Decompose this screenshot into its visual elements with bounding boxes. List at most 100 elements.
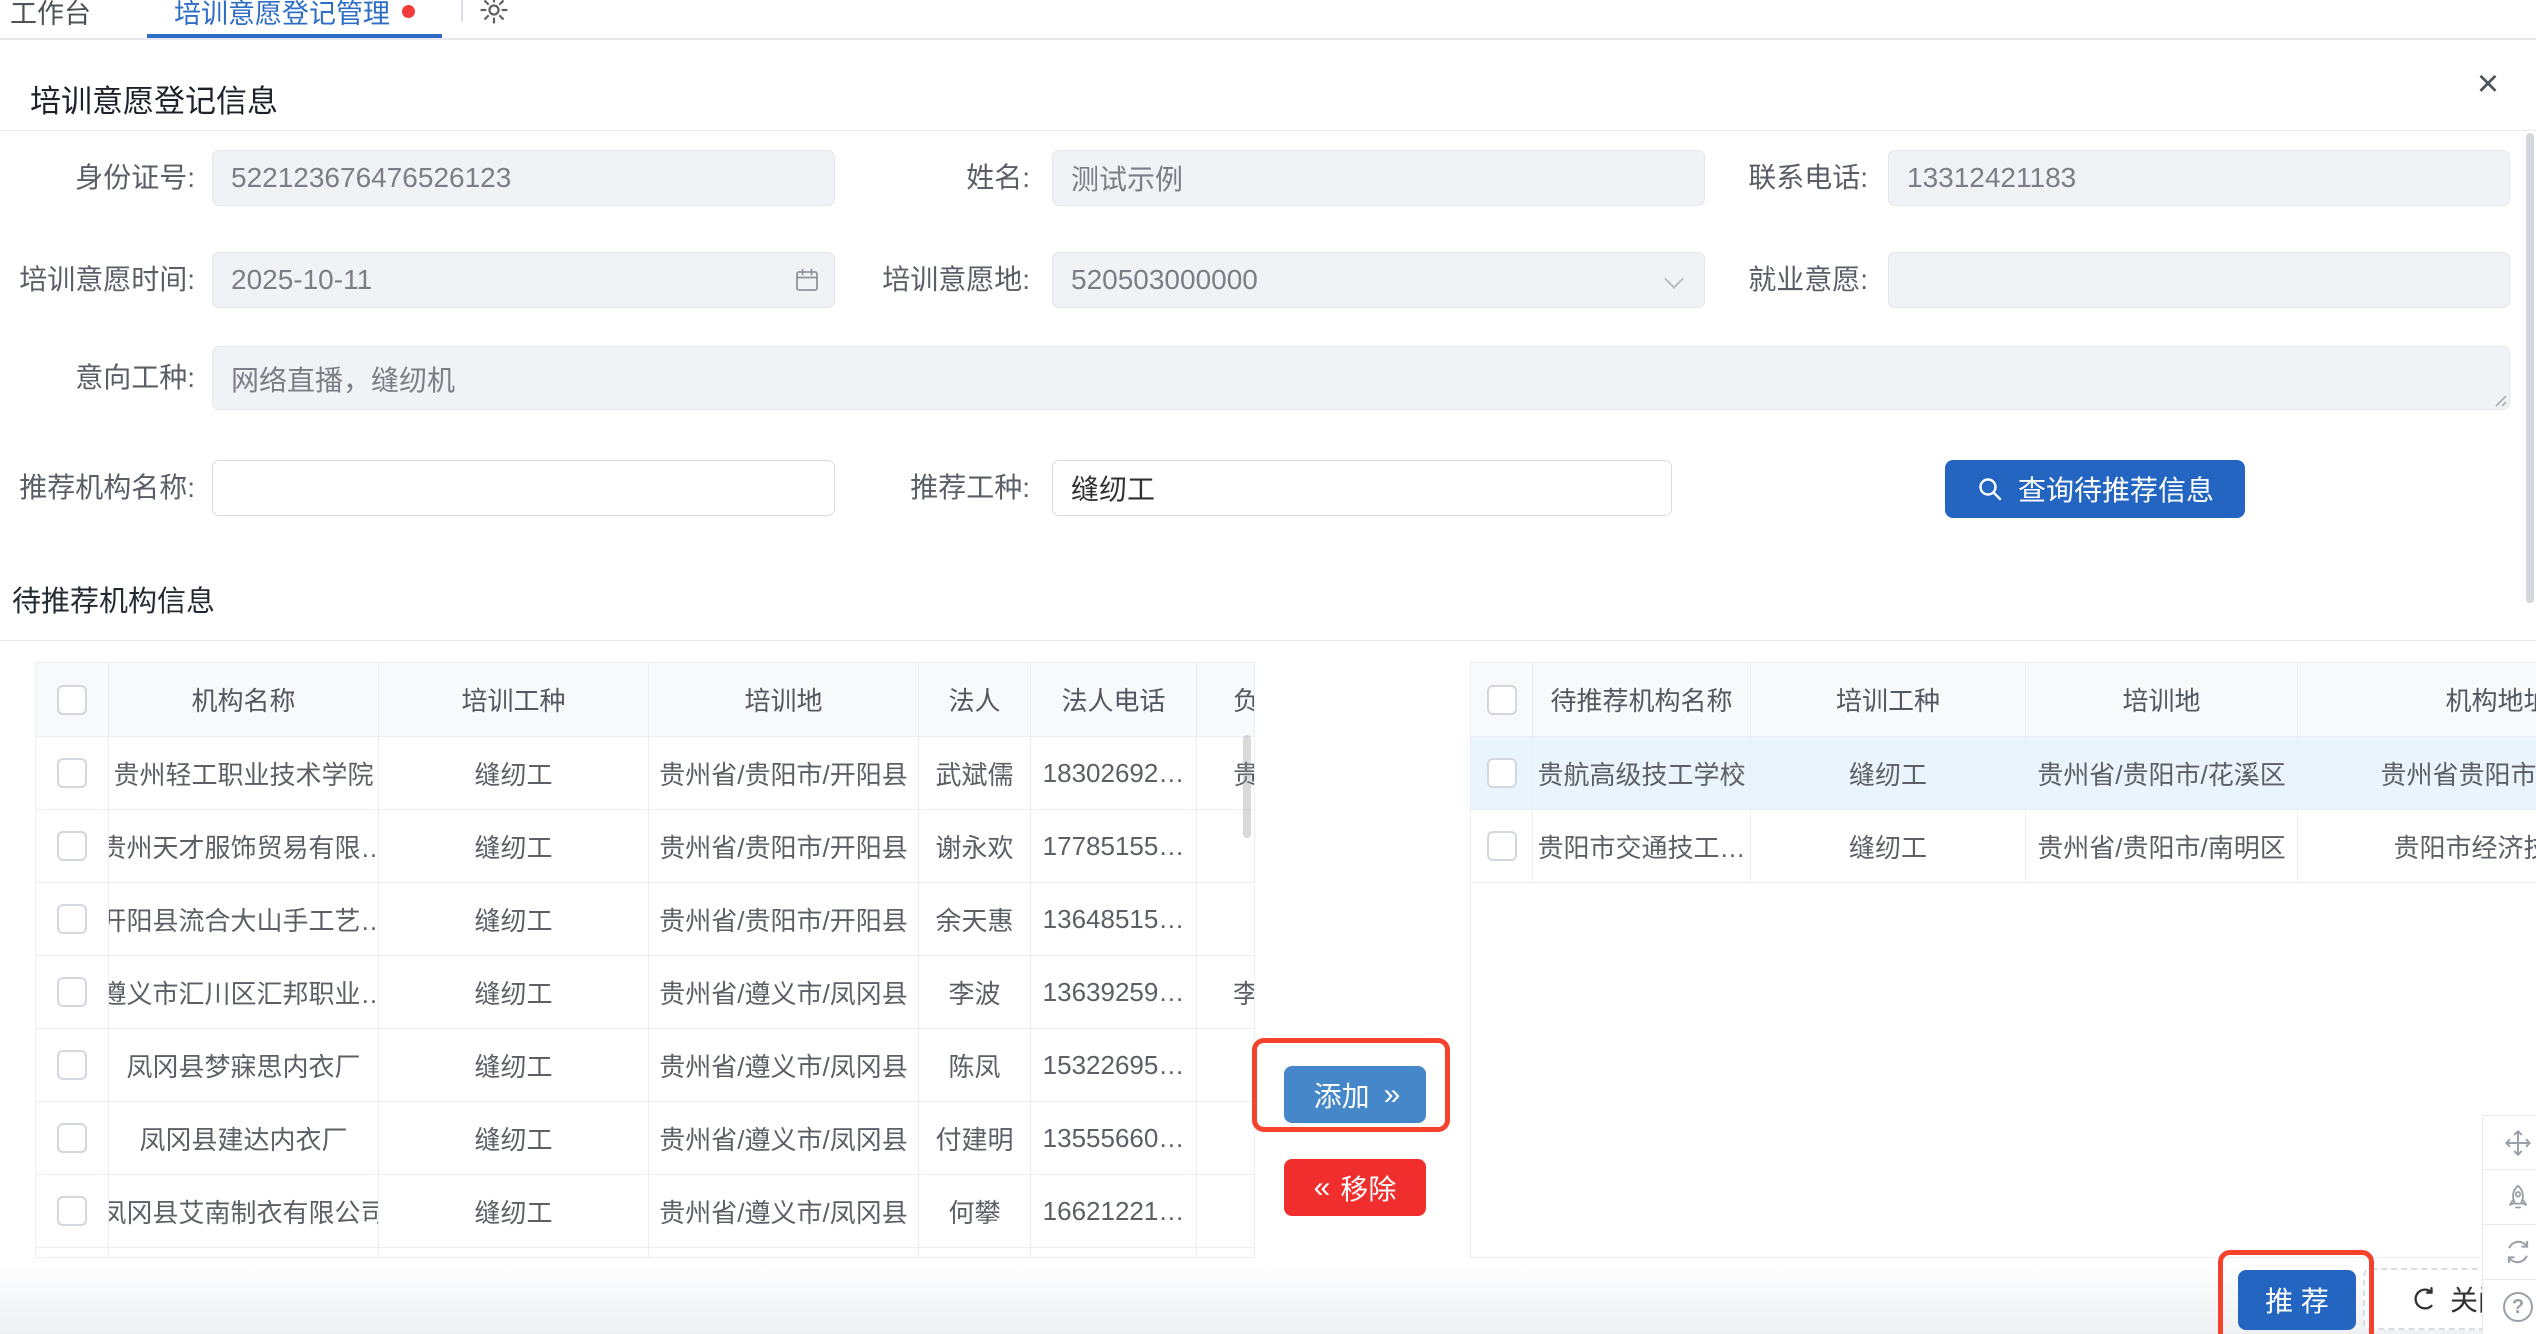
add-button-label: 添加 bbox=[1314, 1075, 1370, 1115]
rocket-icon bbox=[2503, 1182, 2533, 1212]
cell-legal: 陈凤 bbox=[919, 1029, 1031, 1102]
table-row[interactable]: 贵航高级技工学校 缝纫工 贵州省/贵阳市/花溪区 贵州省贵阳市经济技 bbox=[1471, 737, 2536, 810]
col-header: 培训工种 bbox=[1751, 663, 2026, 737]
double-chevron-right-icon: » bbox=[1384, 1080, 1397, 1110]
settings-gear-icon[interactable] bbox=[478, 0, 510, 26]
id-card-label: 身份证号: bbox=[0, 150, 205, 206]
query-pending-button[interactable]: 查询待推荐信息 bbox=[1945, 460, 2245, 518]
tab-workbench[interactable]: 工作台 bbox=[10, 0, 91, 31]
row-checkbox[interactable] bbox=[57, 831, 87, 861]
add-button[interactable]: 添加 » bbox=[1284, 1066, 1426, 1123]
col-header: 机构名称 bbox=[109, 663, 379, 737]
select-all-checkbox[interactable] bbox=[1487, 685, 1517, 715]
table-row[interactable]: 贵阳市交通技工… 缝纫工 贵州省/贵阳市/南明区 贵阳市经济技术开 bbox=[1471, 810, 2536, 883]
table-row[interactable]: 贵州天才服饰贸易有限… 缝纫工 贵州省/贵阳市/开阳县 谢永欢 17785155… bbox=[36, 810, 1254, 883]
row-checkbox[interactable] bbox=[57, 1123, 87, 1153]
close-icon[interactable]: × bbox=[2462, 58, 2514, 110]
row-checkbox[interactable] bbox=[1487, 831, 1517, 861]
cell-org-address: 贵州省贵阳市经济技 bbox=[2298, 737, 2536, 810]
table-row[interactable]: 遵义市汇川区汇邦职业… 缝纫工 贵州省/遵义市/凤冈县 李波 13639259…… bbox=[36, 956, 1254, 1029]
cell-legal: 武斌儒 bbox=[919, 737, 1031, 810]
recommended-orgs-table: 待推荐机构名称 培训工种 培训地 机构地址 贵航高级技工学校 缝纫工 贵州省/贵… bbox=[1470, 662, 2536, 1258]
remove-button[interactable]: « 移除 bbox=[1284, 1159, 1426, 1216]
double-chevron-left-icon: « bbox=[1314, 1173, 1327, 1203]
phone-field[interactable] bbox=[1888, 150, 2510, 206]
cell-org-name: 贵航高级技工学校 bbox=[1533, 737, 1751, 810]
cell-trade: 缝纫工 bbox=[379, 883, 649, 956]
col-header: 待推荐机构名称 bbox=[1533, 663, 1751, 737]
id-card-field[interactable] bbox=[212, 150, 835, 206]
train-time-date-field[interactable] bbox=[212, 252, 835, 308]
cell-trade: 缝纫工 bbox=[379, 1102, 649, 1175]
cell-place: 贵州省/贵阳市/开阳县 bbox=[649, 883, 919, 956]
cell-org-name: 贵阳市交通技工… bbox=[1533, 810, 1751, 883]
col-header: 法人 bbox=[919, 663, 1031, 737]
sync-icon bbox=[2503, 1237, 2533, 1267]
cell-place: 贵州省/贵阳市/开阳县 bbox=[649, 737, 919, 810]
table-row[interactable]: 凤冈县建达内衣厂 缝纫工 贵州省/遵义市/凤冈县 付建明 13555660… bbox=[36, 1102, 1254, 1175]
intended-trade-textarea[interactable]: 网络直播，缝纫机 bbox=[212, 346, 2510, 410]
train-place-label: 培训意愿地: bbox=[835, 252, 1040, 308]
textarea-resize-handle[interactable] bbox=[2488, 388, 2508, 408]
cell-manager bbox=[1197, 1175, 1255, 1248]
train-time-label: 培训意愿时间: bbox=[0, 252, 205, 308]
row-checkbox[interactable] bbox=[57, 1196, 87, 1226]
org-name-input[interactable] bbox=[212, 460, 835, 516]
col-header: 培训工种 bbox=[379, 663, 649, 737]
cell-place: 贵州省/遵义市/凤冈县 bbox=[649, 1175, 919, 1248]
row-checkbox[interactable] bbox=[57, 977, 87, 1007]
employment-field[interactable] bbox=[1888, 252, 2510, 308]
table-header-row: 机构名称 培训工种 培训地 法人 法人电话 负责人 bbox=[36, 663, 1254, 737]
table-row[interactable]: 凤冈县艾南制衣有限公司 缝纫工 贵州省/遵义市/凤冈县 何攀 16621221… bbox=[36, 1175, 1254, 1248]
table-row[interactable]: 贵州轻工职业技术学院 缝纫工 贵州省/贵阳市/开阳县 武斌儒 18302692…… bbox=[36, 737, 1254, 810]
row-checkbox[interactable] bbox=[57, 904, 87, 934]
cell-trade: 缝纫工 bbox=[379, 810, 649, 883]
table-row[interactable]: 开阳县流合大山手工艺… 缝纫工 贵州省/贵阳市/开阳县 余天惠 13648515… bbox=[36, 883, 1254, 956]
rec-trade-input[interactable] bbox=[1052, 460, 1672, 516]
row-checkbox[interactable] bbox=[1487, 758, 1517, 788]
section-title: 待推荐机构信息 bbox=[12, 578, 215, 620]
remove-button-label: 移除 bbox=[1340, 1168, 1396, 1208]
tab-training-registration[interactable]: 培训意愿登记管理 bbox=[147, 0, 442, 31]
screen: 工作台 培训意愿登记管理 培训意愿登记信息 × 身份证号: 姓名: 联系电话: … bbox=[0, 0, 2536, 1334]
table-header-row: 待推荐机构名称 培训工种 培训地 机构地址 bbox=[1471, 663, 2536, 737]
cell-legal: 李波 bbox=[919, 956, 1031, 1029]
name-label: 姓名: bbox=[835, 150, 1040, 206]
intended-trade-label: 意向工种: bbox=[0, 346, 205, 402]
row-checkbox[interactable] bbox=[57, 758, 87, 788]
help-tool-button[interactable]: ? bbox=[2482, 1280, 2536, 1334]
cell-org-name: 开阳县流合大山手工艺… bbox=[109, 883, 379, 956]
col-header: 负责人 bbox=[1197, 663, 1255, 737]
search-icon bbox=[1976, 475, 2004, 503]
cell-place: 贵州省/遵义市/凤冈县 bbox=[649, 1029, 919, 1102]
refresh-tool-button[interactable] bbox=[2482, 1225, 2536, 1280]
name-field[interactable] bbox=[1052, 150, 1705, 206]
move-tool-button[interactable] bbox=[2482, 1115, 2536, 1170]
cell-place: 贵州省/遵义市/凤冈县 bbox=[649, 956, 919, 1029]
cell-legal: 何攀 bbox=[919, 1175, 1031, 1248]
unsaved-dot-badge bbox=[402, 5, 415, 18]
cell-manager bbox=[1197, 1029, 1255, 1102]
col-header: 培训地 bbox=[2026, 663, 2298, 737]
cell-place: 贵州省/贵阳市/南明区 bbox=[2026, 810, 2298, 883]
select-all-checkbox[interactable] bbox=[57, 685, 87, 715]
dialog-title: 培训意愿登记信息 bbox=[30, 76, 278, 121]
move-icon bbox=[2503, 1128, 2533, 1158]
cell-manager: 李波 bbox=[1197, 956, 1255, 1029]
cell-manager bbox=[1197, 883, 1255, 956]
query-button-label: 查询待推荐信息 bbox=[2018, 469, 2214, 509]
rocket-tool-button[interactable] bbox=[2482, 1170, 2536, 1225]
recommend-button[interactable]: 推 荐 bbox=[2238, 1270, 2356, 1330]
footer-fade bbox=[0, 1262, 2536, 1334]
left-table-scrollbar-thumb[interactable] bbox=[1243, 735, 1251, 838]
cell-org-name: 凤冈县艾南制衣有限公司 bbox=[109, 1175, 379, 1248]
table-row[interactable]: 凤冈县梦寐思内衣厂 缝纫工 贵州省/遵义市/凤冈县 陈凤 15322695… bbox=[36, 1029, 1254, 1102]
cell-org-name: 贵州天才服饰贸易有限… bbox=[109, 810, 379, 883]
train-place-select[interactable] bbox=[1052, 252, 1705, 308]
cell-org-name: 遵义市汇川区汇邦职业… bbox=[109, 956, 379, 1029]
cell-legal-phone: 15322695… bbox=[1031, 1029, 1197, 1102]
cell-legal-phone: 18302692… bbox=[1031, 737, 1197, 810]
employment-label: 就业意愿: bbox=[1660, 252, 1878, 308]
dialog-scrollbar-thumb[interactable] bbox=[2526, 133, 2534, 603]
row-checkbox[interactable] bbox=[57, 1050, 87, 1080]
